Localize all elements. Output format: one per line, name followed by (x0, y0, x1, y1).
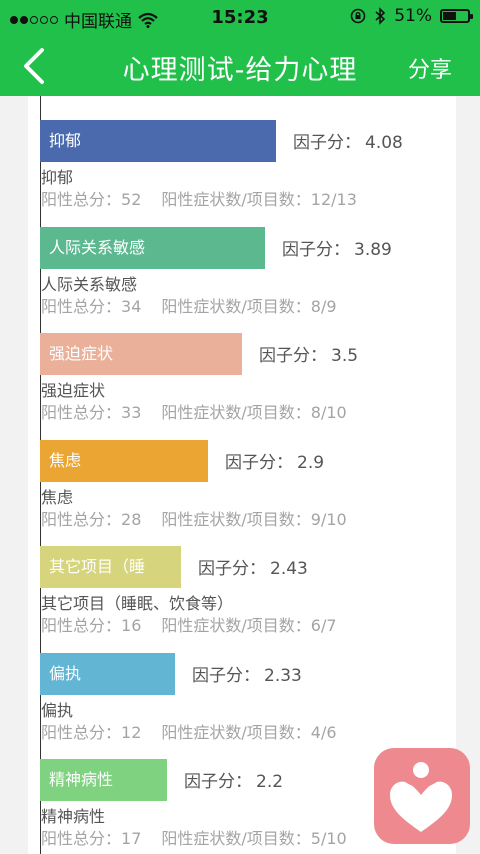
factor-bar[interactable]: 强迫症状 (40, 333, 242, 375)
factor-score-label: 因子分： (198, 559, 266, 579)
factor-score-label: 因子分： (225, 452, 293, 473)
chart-row: 偏执 因子分： 2.33 偏执 阳性总分：12 阳性症状数/项目数：4/6 (40, 629, 456, 742)
factor-score: 因子分： 2.43 (198, 554, 308, 579)
factor-score-value: 2.9 (297, 452, 325, 473)
chart-row: 人际关系敏感 因子分： 3.89 人际关系敏感 阳性总分：34 阳性症状数/项目数：8/9 (40, 203, 456, 316)
chart-row: 抑郁 因子分： 4.08 抑郁 阳性总分：52 阳性症状数/项目数：12/13 (40, 96, 456, 209)
factor-name: 抑郁 (41, 168, 74, 187)
factor-name: 焦虑 (41, 487, 74, 507)
factor-bar[interactable]: 其它项目（睡 (40, 546, 181, 588)
battery-icon (440, 9, 473, 23)
factor-name: 偏执 (41, 700, 74, 720)
bluetooth-icon (375, 7, 386, 25)
factor-name: 精神病性 (41, 807, 106, 826)
factor-score: 因子分： 2.9 (225, 448, 324, 473)
factor-score: 因子分： 2.33 (192, 661, 302, 686)
positive-total-value: 17 (121, 829, 142, 848)
share-button[interactable]: 分享 (408, 52, 452, 84)
factor-score-label: 因子分： (282, 239, 350, 260)
factor-bar[interactable]: 偏执 (40, 652, 175, 695)
factor-score-value: 4.08 (365, 133, 403, 153)
factor-bar[interactable]: 精神病性 (40, 759, 167, 801)
factor-score: 因子分： 2.2 (184, 767, 283, 792)
factor-score-label: 因子分： (184, 772, 252, 792)
factor-name: 人际关系敏感 (41, 274, 138, 294)
factor-score-value: 3.89 (354, 239, 392, 260)
rotation-lock-icon (350, 8, 366, 24)
chart-row: 其它项目（睡 因子分： 2.43 其它项目（睡眠、饮食等） 阳性总分：16 阳性症状数/项… (40, 522, 456, 635)
chart-row: 焦虑 因子分： 2.9 焦虑 阳性总分：28 阳性症状数/项目数：9/10 (40, 416, 456, 529)
result-chart[interactable]: 抑郁 因子分： 4.08 抑郁 阳性总分：52 阳性症状数/项目数：12/13 人际关系敏感… (28, 96, 456, 854)
positive-symptoms-ratio: 5/10 (310, 829, 347, 848)
factor-name: 强迫症状 (41, 381, 106, 400)
chart-row: 强迫症状 因子分： 3.5 强迫症状 阳性总分：33 阳性症状数/项目数：8/10 (40, 309, 456, 422)
factor-score: 因子分： 3.89 (282, 235, 392, 260)
factor-score: 因子分： 4.08 (293, 128, 403, 153)
status-bar: 中国联通 15:23 51% (0, 0, 480, 36)
factor-name: 其它项目（睡眠、饮食等） (41, 594, 234, 613)
factor-score-value: 3.5 (331, 346, 359, 366)
factor-stats: 阳性总分：17 阳性症状数/项目数：5/10 (41, 825, 347, 849)
factor-score-value: 2.2 (256, 772, 284, 792)
nav-bar: 心理测试-给力心理 分享 (0, 36, 480, 96)
factor-score-label: 因子分： (293, 133, 361, 153)
factor-bar[interactable]: 抑郁 (40, 120, 276, 162)
factor-score-label: 因子分： (259, 346, 327, 366)
heart-person-icon (390, 762, 452, 832)
status-right: 51% (350, 6, 473, 26)
factor-bar[interactable]: 人际关系敏感 (40, 226, 265, 269)
factor-score-label: 因子分： (192, 665, 260, 686)
positive-total-label: 阳性总分： (41, 829, 122, 848)
positive-symptoms-label: 阳性症状数/项目数： (161, 829, 311, 848)
factor-score-value: 2.43 (270, 559, 308, 579)
factor-score: 因子分： 3.5 (259, 341, 358, 366)
app-floating-icon[interactable] (374, 748, 470, 844)
factor-score-value: 2.33 (264, 665, 302, 686)
battery-percent: 51% (394, 6, 432, 26)
factor-bar[interactable]: 焦虑 (40, 439, 208, 482)
